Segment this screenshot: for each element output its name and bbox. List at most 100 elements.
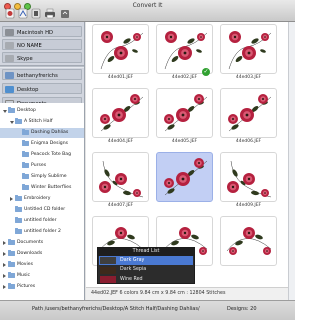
drive-icon xyxy=(5,42,14,49)
folder-icon xyxy=(22,184,29,190)
folder-row[interactable]: Peacock Tote Bag xyxy=(0,150,84,160)
design-filename: 44ed09.JEF xyxy=(235,203,262,208)
design-thumbnail[interactable]: 44ed03.JEF xyxy=(220,24,277,82)
design-preview[interactable] xyxy=(220,152,277,202)
design-filename: 44ed07.JEF xyxy=(107,203,134,208)
design-thumbnail[interactable] xyxy=(156,152,213,210)
design-filename: 44ed04.JEF xyxy=(107,139,134,144)
folder-icon xyxy=(22,140,29,146)
export-icon[interactable] xyxy=(60,8,70,19)
folder-row[interactable]: Simply Sublime xyxy=(0,172,84,182)
folder-label: Documents xyxy=(17,240,44,246)
folder-icon xyxy=(15,217,22,223)
design-preview[interactable] xyxy=(220,24,277,74)
thread-name: Dark Sepia xyxy=(120,267,147,273)
status-bar: Path /users/bethanyfrerichs/Desktop/A St… xyxy=(0,300,295,320)
stitch-icon[interactable] xyxy=(18,8,28,19)
disclosure-open-icon[interactable] xyxy=(3,109,7,113)
design-preview[interactable] xyxy=(92,152,149,202)
folder-row[interactable]: untitled folder xyxy=(0,216,84,226)
design-preview[interactable] xyxy=(156,152,213,202)
disclosure-closed-icon[interactable] xyxy=(3,251,6,256)
folder-icon xyxy=(22,173,29,179)
folder-row[interactable]: untitled folder 2 xyxy=(0,227,84,237)
source-skype[interactable]: Skype xyxy=(2,52,82,63)
disclosure-closed-icon[interactable] xyxy=(10,196,13,201)
embroidery-motif-icon xyxy=(100,94,144,132)
folder-icon xyxy=(22,162,29,168)
thread-row[interactable]: Dark Gray xyxy=(99,256,193,265)
folder-row[interactable]: Dashing Dahlias xyxy=(0,128,84,138)
design-preview[interactable] xyxy=(220,88,277,138)
design-thumbnail[interactable]: 44ed04.JEF xyxy=(92,88,149,146)
disclosure-closed-icon[interactable] xyxy=(3,262,6,267)
folder-row[interactable]: Documents xyxy=(0,238,84,248)
folder-icon xyxy=(15,228,22,234)
folder-row[interactable]: Downloads xyxy=(0,249,84,259)
folder-label: Embroidery xyxy=(24,196,51,202)
printer-icon[interactable] xyxy=(44,8,55,19)
design-thumbnail[interactable]: 44ed09.JEF xyxy=(220,152,277,210)
folder-row[interactable]: A Stitch Half xyxy=(0,117,84,127)
title-bar: Convert It xyxy=(0,0,295,22)
embroidery-motif-icon xyxy=(164,94,208,132)
folder-icon xyxy=(8,239,15,245)
folder-row[interactable]: Music xyxy=(0,271,84,281)
folder-row[interactable]: Winter Butterflies xyxy=(0,183,84,193)
thread-list-panel: Thread List Dark Gray Dark Sepia Wine Red xyxy=(97,247,195,284)
design-preview[interactable] xyxy=(92,88,149,138)
folder-icon xyxy=(22,151,29,157)
design-thumbnail[interactable]: ✓ 44ed02.JEF xyxy=(156,24,213,82)
disclosure-closed-icon[interactable] xyxy=(3,273,6,278)
folder-row[interactable]: Purses xyxy=(0,161,84,171)
thread-row[interactable]: Wine Red xyxy=(99,275,193,284)
design-preview[interactable] xyxy=(92,24,149,74)
folder-icon xyxy=(22,129,29,135)
sidebar-divider[interactable] xyxy=(0,65,84,68)
folder-label: Winter Butterflies xyxy=(31,185,72,191)
folder-label: Dashing Dahlias xyxy=(31,130,69,136)
folder-row[interactable]: Enigma Designs xyxy=(0,139,84,149)
path-display: Path /users/bethanyfrerichs/Desktop/A St… xyxy=(32,306,200,312)
source-no-name[interactable]: NO NAME xyxy=(2,39,82,50)
thread-list-title: Thread List xyxy=(98,248,194,256)
thread-swatch xyxy=(100,257,116,264)
desktop-icon xyxy=(5,86,14,93)
design-thumbnail[interactable] xyxy=(220,216,277,274)
disclosure-closed-icon[interactable] xyxy=(3,284,6,289)
design-thumbnail[interactable]: 44ed07.JEF xyxy=(92,152,149,210)
design-thumbnail[interactable]: 44ed05.JEF xyxy=(156,88,213,146)
source-desktop[interactable]: Desktop xyxy=(2,83,82,94)
folder-row[interactable]: Desktop xyxy=(0,106,84,116)
folder-row[interactable]: Pictures xyxy=(0,282,84,292)
disclosure-open-icon[interactable] xyxy=(10,120,14,124)
design-thumbnail[interactable]: 44ed01.JEF xyxy=(92,24,149,82)
hoop-icon[interactable] xyxy=(5,8,15,19)
source-macintosh-hd[interactable]: Macintosh HD xyxy=(2,26,82,37)
source-home[interactable]: bethanyfrerichs xyxy=(2,69,82,80)
folder-label: Music xyxy=(17,273,31,279)
folder-row[interactable]: Untitled CD folder xyxy=(0,205,84,215)
thread-name: Wine Red xyxy=(120,276,143,282)
design-thumbnail[interactable]: 44ed06.JEF xyxy=(220,88,277,146)
view-icon[interactable] xyxy=(31,8,41,19)
folder-icon xyxy=(8,107,15,113)
thread-swatch xyxy=(100,266,116,274)
design-preview[interactable] xyxy=(220,216,277,266)
folder-icon xyxy=(8,250,15,256)
disclosure-closed-icon[interactable] xyxy=(3,240,6,245)
embroidery-motif-icon xyxy=(227,160,272,198)
convert-it-window: Convert It Macintosh HD NO NAME Skype be… xyxy=(0,0,295,320)
thread-row[interactable]: Dark Sepia xyxy=(99,266,193,275)
folder-icon xyxy=(8,272,15,278)
source-label: bethanyfrerichs xyxy=(17,72,58,79)
folder-label: Downloads xyxy=(17,251,43,257)
folder-row[interactable]: Embroidery xyxy=(0,194,84,204)
folder-row[interactable]: Movies xyxy=(0,260,84,270)
design-preview[interactable] xyxy=(156,88,213,138)
folder-tree[interactable]: Desktop A Stitch Half Dashing Dahlias Enigm… xyxy=(0,103,84,300)
vertical-scrollbar[interactable] xyxy=(288,22,295,300)
drive-icon xyxy=(5,55,14,62)
design-preview[interactable] xyxy=(156,24,213,74)
sidebar: Macintosh HD NO NAME Skype bethanyfreric… xyxy=(0,22,85,300)
